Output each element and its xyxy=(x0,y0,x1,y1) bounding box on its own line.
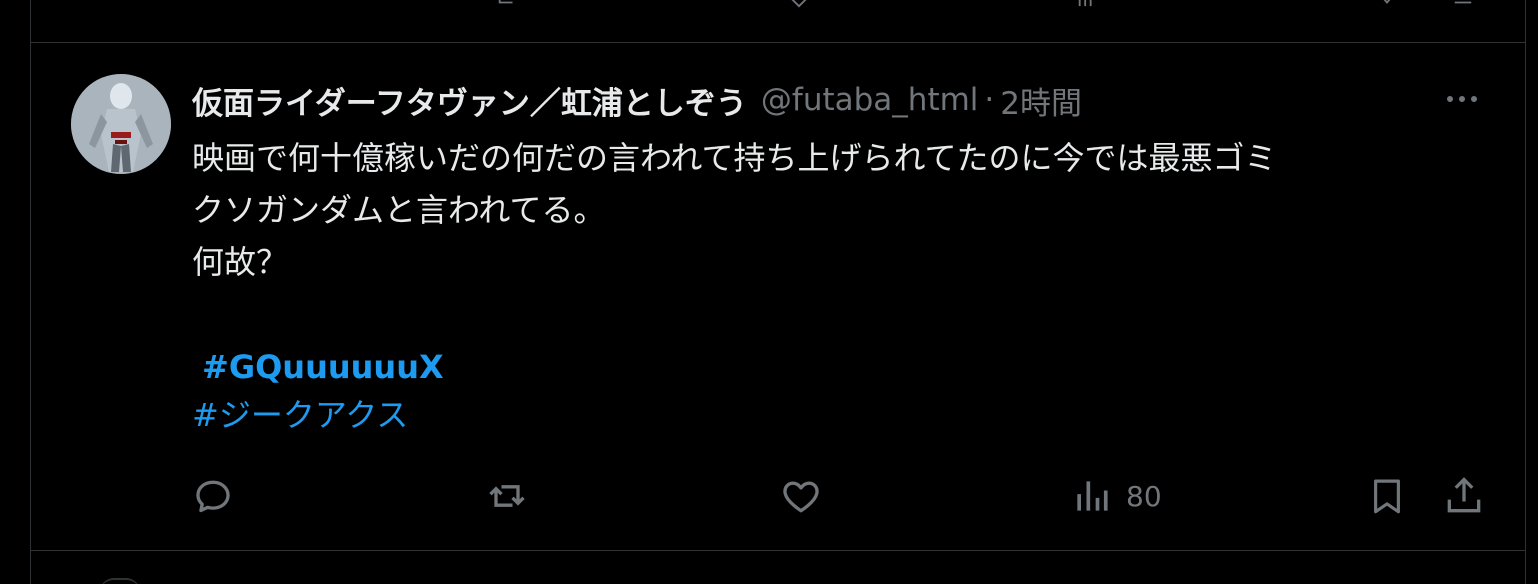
more-button[interactable] xyxy=(1440,84,1484,114)
separator-dot: · xyxy=(984,82,995,118)
tweet-header: 仮面ライダーフタヴァン／虹浦としぞう @futaba_html · 2時間 xyxy=(192,78,1082,122)
retweet-icon[interactable] xyxy=(496,0,518,8)
avatar[interactable] xyxy=(71,74,171,174)
hashtag-link[interactable]: #GQuuuuuuX xyxy=(202,342,444,392)
heart-icon xyxy=(783,481,819,513)
previous-tweet-actions xyxy=(0,0,1538,8)
more-horizontal-icon xyxy=(1447,96,1477,102)
reply-button[interactable] xyxy=(190,474,236,518)
timestamp[interactable]: 2時間 xyxy=(1000,78,1082,123)
reply-icon[interactable] xyxy=(202,0,224,8)
share-icon[interactable] xyxy=(1452,0,1474,8)
retweet-button[interactable] xyxy=(484,474,530,518)
bookmark-icon[interactable] xyxy=(1376,0,1398,8)
bookmark-button[interactable] xyxy=(1366,474,1408,518)
tweet-text: 映画で何十億稼いだの何だの言われて持ち上げられてたのに今では最悪ゴミ クソガンダ… xyxy=(192,132,1492,288)
share-icon xyxy=(1447,477,1481,513)
heart-icon[interactable] xyxy=(788,0,810,8)
reply-icon xyxy=(196,480,230,513)
user-handle[interactable]: @futaba_html xyxy=(761,82,979,118)
views-count: 80 xyxy=(1126,479,1162,513)
like-button[interactable] xyxy=(778,474,824,518)
share-button[interactable] xyxy=(1442,474,1486,518)
views-button[interactable]: 80 xyxy=(1070,474,1162,518)
display-name[interactable]: 仮面ライダーフタヴァン／虹浦としぞう xyxy=(192,78,747,123)
tweet-text-line: クソガンダムと言われてる。 xyxy=(192,191,606,229)
hashtag-link[interactable]: #ジークアクス xyxy=(192,390,408,440)
retweet-icon xyxy=(489,485,525,507)
avatar-figure xyxy=(71,74,171,174)
tweet-text-line: 何故？ xyxy=(192,243,289,281)
views-icon[interactable] xyxy=(1076,0,1098,8)
divider xyxy=(30,42,1526,43)
views-icon xyxy=(1077,481,1108,511)
bookmark-icon xyxy=(1374,479,1400,514)
divider xyxy=(30,550,1526,551)
tweet-text-line: 映画で何十億稼いだの何だの言われて持ち上げられてたのに今では最悪ゴミ xyxy=(192,139,1277,177)
